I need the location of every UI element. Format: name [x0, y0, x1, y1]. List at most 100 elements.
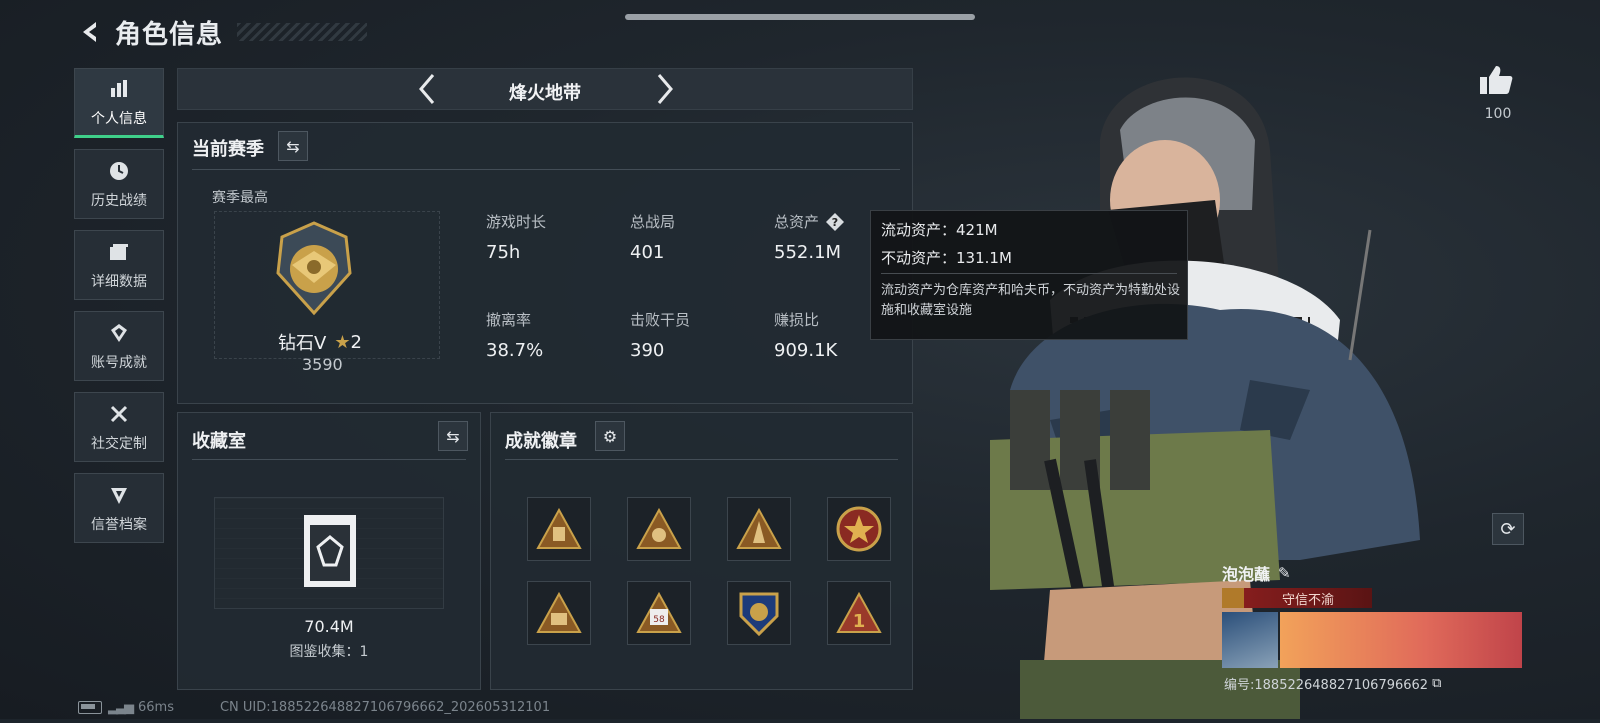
sidebar-item-label: 信誉档案 [91, 517, 147, 533]
tooltip-liquid-assets: 流动资产：421M [881, 221, 998, 239]
edit-pencil-icon[interactable]: ✎ [1278, 564, 1291, 582]
profile-name-row: 泡泡蘸 ✎ [1222, 561, 1291, 585]
likes-count: 100 [1484, 106, 1512, 122]
achievement-badge[interactable] [527, 581, 591, 645]
help-icon[interactable]: ? [825, 212, 845, 232]
season-best-label: 赛季最高 [212, 190, 268, 206]
stat-value: 75h [486, 242, 521, 263]
divider [505, 459, 898, 460]
sidebar-item-reputation[interactable]: 信誉档案 [74, 473, 164, 543]
mode-selector: 烽火地带 [177, 68, 913, 110]
stat-operators-defeated: 击败干员 390 [630, 309, 690, 361]
season-panel: 当前赛季 ⇆ 赛季最高 钻石V ★ 2 3590 游戏时长 75h 总战局 40… [177, 122, 913, 404]
stat-label: 撤离率 [486, 311, 532, 329]
player-name: 泡泡蘸 [1222, 565, 1271, 584]
title-emblem-icon [1222, 588, 1244, 608]
stat-value: 38.7% [486, 340, 544, 361]
stat-label: 总资产 [774, 213, 820, 231]
stat-value: 390 [630, 340, 665, 361]
sidebar-item-label: 详细数据 [91, 274, 147, 290]
achievement-badge[interactable]: 58 [627, 581, 691, 645]
stat-total-matches: 总战局 401 [630, 211, 675, 263]
swap-icon[interactable]: ⇆ [438, 421, 468, 451]
collection-count: 图鉴收集：1 [289, 644, 369, 660]
rank-name-row: 钻石V ★ 2 [278, 329, 362, 355]
back-arrow-icon[interactable] [75, 16, 107, 48]
home-indicator [625, 14, 975, 20]
swap-icon[interactable]: ⇆ [278, 131, 308, 161]
chevron-right-icon[interactable] [648, 71, 682, 107]
stat-total-assets: 总资产 ? 552.1M [774, 211, 845, 263]
title-badge-text: 守信不渝 [1281, 592, 1334, 608]
star-icon: ★ [334, 331, 351, 353]
ping: 66ms [138, 700, 174, 715]
title-decoration [237, 23, 368, 41]
sidebar-item-social[interactable]: 社交定制 [74, 392, 164, 462]
sidebar-item-details[interactable]: 详细数据 [74, 230, 164, 300]
copy-icon[interactable]: ⧉ [1432, 676, 1441, 691]
sidebar-item-personal-info[interactable]: 个人信息 [74, 68, 164, 138]
sidebar-item-achievements[interactable]: 账号成就 [74, 311, 164, 381]
stat-value: 552.1M [774, 242, 842, 263]
player-id-row: 编号:1885226488271067966​62 ⧉ [1224, 674, 1441, 693]
tooltip-fixed-assets: 不动资产：131.1M [881, 249, 1012, 267]
title-badge[interactable]: 守信不渝 [1222, 588, 1372, 608]
stat-value: 401 [630, 242, 665, 263]
collection-panel: 收藏室 ⇆ 70.4M 图鉴收集：1 [177, 412, 481, 690]
svg-text:1: 1 [853, 611, 866, 632]
sidebar-item-history[interactable]: 历史战绩 [74, 149, 164, 219]
achievements-panel: 成就徽章 ⚙ 58 1 [490, 412, 913, 690]
svg-text:58: 58 [653, 615, 665, 625]
avatar[interactable] [1222, 612, 1278, 668]
player-id: 编号:1885226488271067966​62 [1224, 678, 1429, 693]
collection-title: 收藏室 [192, 431, 246, 452]
achievement-badge[interactable] [727, 581, 791, 645]
achievement-icon [106, 320, 132, 346]
stat-value: 909.1K [774, 340, 838, 361]
achievement-badge[interactable]: 1 [827, 581, 891, 645]
top-bar: 角色信息 [75, 14, 368, 50]
tooltip-note: 流动资产为仓库资产和哈夫币，不动资产为特勤处设施和收藏室设施 [881, 283, 1181, 318]
stat-extraction-rate: 撤离率 38.7% [486, 309, 543, 361]
sidebar-item-label: 历史战绩 [91, 193, 147, 209]
page-title: 角色信息 [115, 19, 224, 50]
battery-icon [78, 701, 102, 714]
rank-score: 3590 [302, 355, 343, 374]
rank-stars: 2 [350, 331, 362, 353]
sidebar-item-label: 个人信息 [91, 111, 147, 127]
sidebar-item-label: 账号成就 [91, 355, 147, 371]
bar-chart-icon [106, 76, 132, 102]
thumbs-up-icon[interactable] [1478, 64, 1518, 100]
rank-emblem-icon [274, 221, 354, 317]
collection-value: 70.4M [304, 617, 354, 636]
sidebar-item-label: 社交定制 [91, 436, 147, 452]
signal-icon: ▂▃▅ [108, 700, 134, 715]
tools-icon [106, 401, 132, 427]
stat-label: 赚损比 [774, 311, 820, 329]
uid-text: CN UID:18852264882710679666​2_2026053121… [219, 700, 551, 715]
shield-icon [106, 482, 132, 508]
achievement-badge[interactable] [627, 497, 691, 561]
status-footer: ▂▃▅ 66ms CN UID:18852264882710679666​2_2… [78, 700, 550, 715]
stat-play-time: 游戏时长 75h [486, 211, 546, 263]
sidebar: 个人信息 历史战绩 详细数据 账号成就 社交定制 信誉档案 [74, 68, 166, 554]
stat-profit-loss: 赚损比 909.1K [774, 309, 837, 361]
rotate-icon[interactable]: ⟳ [1492, 513, 1524, 545]
stat-label: 总战局 [630, 213, 676, 231]
stat-label: 游戏时长 [486, 213, 547, 231]
rank-name: 钻石V [278, 333, 327, 354]
achievement-badge[interactable] [527, 497, 591, 561]
achievement-badge[interactable] [827, 497, 891, 561]
achievements-title: 成就徽章 [505, 431, 577, 452]
assets-tooltip: 流动资产：421M 不动资产：131.1M 流动资产为仓库资产和哈夫币，不动资产… [870, 210, 1188, 340]
settings-gear-icon[interactable]: ⚙ [595, 421, 625, 451]
divider [192, 169, 900, 170]
stat-label: 击败干员 [630, 311, 691, 329]
divider [192, 459, 466, 460]
achievement-badge[interactable] [727, 497, 791, 561]
mode-name: 烽火地带 [509, 83, 581, 104]
svg-text:?: ? [832, 216, 838, 229]
folder-icon [106, 239, 132, 265]
tooltip-divider [881, 273, 1177, 274]
name-card-banner[interactable] [1280, 612, 1522, 668]
